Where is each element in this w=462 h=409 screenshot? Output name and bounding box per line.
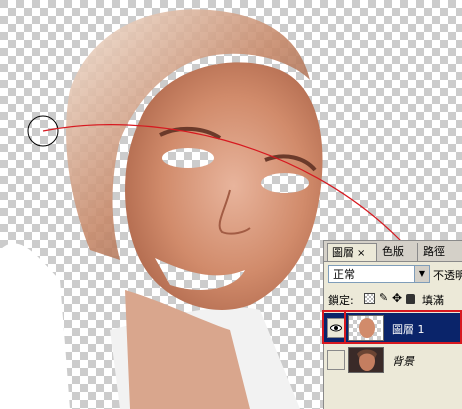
erased-eye-right <box>261 173 309 193</box>
highlight-layer <box>344 310 462 344</box>
visibility-toggle[interactable] <box>327 350 345 370</box>
tab-layers-label: 圖層 <box>332 246 354 259</box>
highlight-visibility <box>322 310 346 344</box>
layer-name[interactable]: 背景 <box>392 353 414 369</box>
layer-thumbnail <box>348 347 384 373</box>
blend-mode-select[interactable]: 正常 ▼ <box>328 265 430 283</box>
checker-icon[interactable] <box>364 293 375 304</box>
padlock-icon[interactable] <box>406 294 415 304</box>
tab-close-icon[interactable]: × <box>357 248 365 259</box>
lock-label: 鎖定: <box>328 294 354 307</box>
panel-tabs: 圖層 × 色版 路徑 <box>324 241 462 262</box>
tab-channels[interactable]: 色版 <box>378 243 418 261</box>
opacity-label: 不透明 <box>433 269 462 282</box>
blend-mode-value: 正常 <box>333 268 355 281</box>
tab-paths[interactable]: 路徑 <box>419 243 462 261</box>
layer-row-background[interactable]: 背景 <box>324 345 462 375</box>
blend-row: 正常 ▼ 不透明 <box>328 265 462 285</box>
fill-label: 填滿 <box>422 294 444 307</box>
move-icon[interactable]: ✥ <box>392 292 403 304</box>
tab-layers[interactable]: 圖層 × <box>327 243 377 261</box>
tab-paths-label: 路徑 <box>423 245 445 258</box>
brush-icon[interactable]: ✎ <box>379 292 390 304</box>
tab-channels-label: 色版 <box>382 245 404 258</box>
erased-eye-left <box>162 148 214 168</box>
triangle-down-icon[interactable]: ▼ <box>414 266 429 282</box>
lock-row: 鎖定: ✎ ✥ 填滿 <box>328 291 462 309</box>
